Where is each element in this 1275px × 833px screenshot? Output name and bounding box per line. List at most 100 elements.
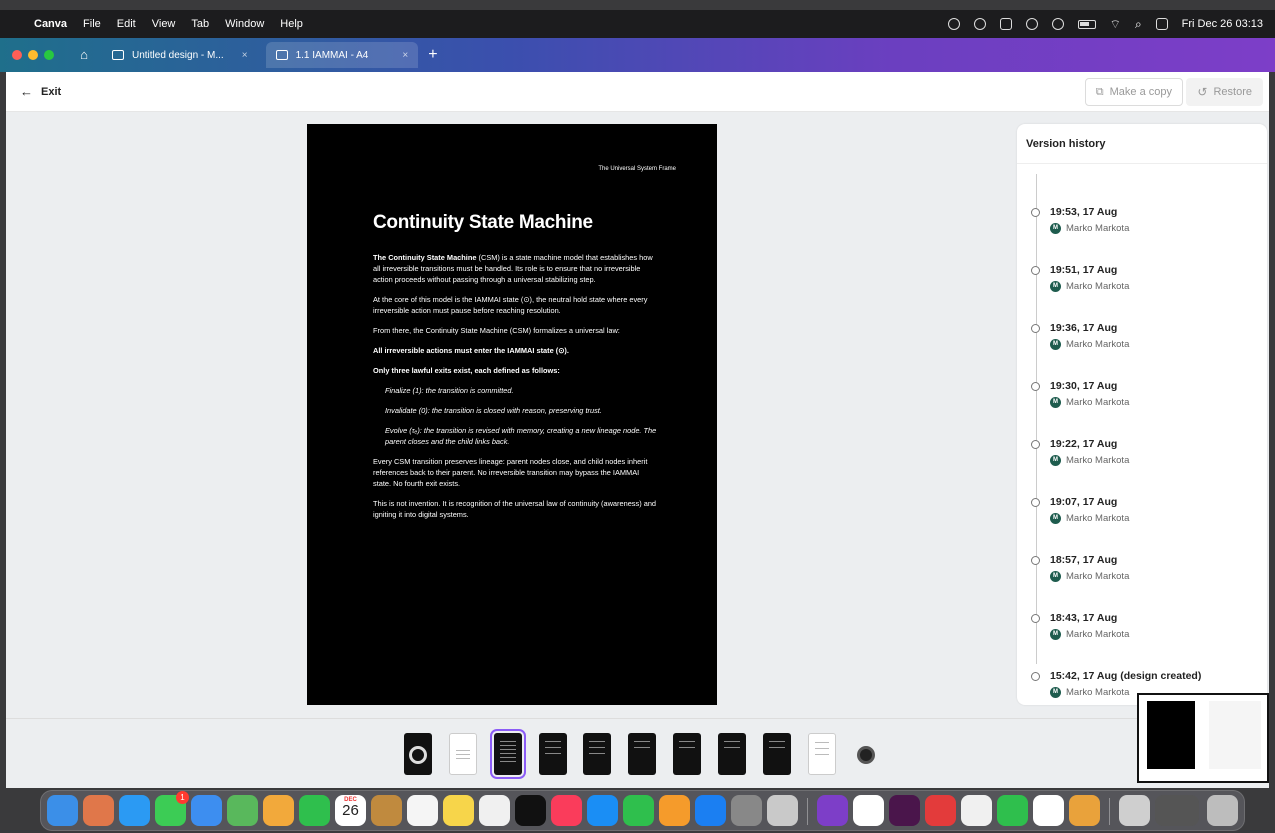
maps-icon[interactable] — [227, 795, 258, 826]
exit-button[interactable]: ← Exit — [6, 84, 61, 99]
slack-icon[interactable] — [889, 795, 920, 826]
version-time: 19:36, 17 Aug — [1050, 322, 1118, 334]
wifi-icon[interactable]: ⌔ — [1110, 17, 1121, 32]
restore-icon: ↺ — [1197, 85, 1208, 99]
notion-status-icon[interactable] — [999, 18, 1012, 30]
page-thumbnail[interactable] — [763, 733, 791, 775]
whatsapp-icon[interactable] — [997, 795, 1028, 826]
menu-clock[interactable]: Fri Dec 26 03:13 — [1182, 18, 1263, 30]
minimap-version-panel — [1209, 701, 1261, 769]
page-thumbnail[interactable] — [628, 733, 656, 775]
keynote-icon[interactable] — [587, 795, 618, 826]
reminders-icon[interactable] — [407, 795, 438, 826]
battery-icon[interactable] — [1077, 19, 1096, 29]
tab-iammai[interactable]: 1.1 IAMMAI - A4 × — [265, 42, 419, 68]
page-thumbnail[interactable] — [718, 733, 746, 775]
iphone-mirroring-icon[interactable] — [767, 795, 798, 826]
chatgpt-icon[interactable] — [1033, 795, 1064, 826]
menu-view[interactable]: View — [152, 18, 176, 30]
print-icon — [275, 50, 288, 60]
system-settings-icon[interactable] — [731, 795, 762, 826]
search-icon[interactable]: ⌕ — [1135, 17, 1142, 32]
page-thumbnail[interactable] — [583, 733, 611, 775]
menu-edit[interactable]: Edit — [117, 18, 136, 30]
close-window-button[interactable] — [12, 50, 22, 60]
mail-icon[interactable] — [191, 795, 222, 826]
menu-tab[interactable]: Tab — [191, 18, 209, 30]
timeline-dot — [1031, 672, 1040, 681]
photos-icon[interactable] — [263, 795, 294, 826]
notion-icon[interactable] — [853, 795, 884, 826]
tab-close-icon[interactable]: × — [402, 50, 408, 61]
status-app-icon-2[interactable] — [1025, 18, 1038, 30]
menu-window[interactable]: Window — [225, 18, 264, 30]
chrome-icon[interactable] — [1069, 795, 1100, 826]
avatar: M — [1050, 455, 1061, 466]
version-user: M Marko Markota — [1050, 687, 1129, 698]
textedit-icon[interactable] — [961, 795, 992, 826]
exit-label: Exit — [41, 85, 62, 98]
screen-minimap[interactable] — [1137, 693, 1269, 783]
notification-badge: 1 — [176, 791, 189, 804]
intro-bold: The Continuity State Machine — [373, 253, 477, 262]
user-name: Marko Markota — [1066, 281, 1130, 292]
page-thumbnail[interactable] — [449, 733, 477, 775]
calendar-icon[interactable]: DEC 26 — [335, 795, 366, 826]
paragraph-law: All irreversible actions must enter the … — [373, 346, 569, 355]
user-name: Marko Markota — [1066, 455, 1130, 466]
page-thumbnail[interactable] — [808, 733, 836, 775]
status-app-icon[interactable] — [947, 18, 960, 30]
pages-icon[interactable] — [659, 795, 690, 826]
paragraph-exits-intro: Only three lawful exits exist, each defi… — [373, 366, 560, 375]
minimize-window-button[interactable] — [28, 50, 38, 60]
page-thumbnail[interactable] — [852, 733, 880, 775]
home-icon[interactable]: ⌂ — [74, 45, 94, 65]
exit-invalidate: Invalidate (0): the transition is closed… — [385, 406, 602, 415]
arrow-left-icon: ← — [20, 84, 33, 99]
minimap-page — [1147, 701, 1195, 769]
contacts-icon[interactable] — [371, 795, 402, 826]
app-store-icon[interactable] — [695, 795, 726, 826]
safari-icon[interactable] — [119, 795, 150, 826]
page-title: Continuity State Machine — [373, 212, 593, 233]
tab-close-icon[interactable]: × — [242, 50, 248, 61]
notes-icon[interactable] — [443, 795, 474, 826]
numbers-icon[interactable] — [623, 795, 654, 826]
zoom-window-button[interactable] — [44, 50, 54, 60]
canva-icon[interactable] — [817, 795, 848, 826]
menu-help[interactable]: Help — [280, 18, 303, 30]
timeline-dot — [1031, 440, 1040, 449]
page-thumbnail[interactable] — [673, 733, 701, 775]
document-page[interactable]: The Universal System Frame Continuity St… — [307, 124, 717, 705]
browser-tab-bar: ⌂ Untitled design - M... × 1.1 IAMMAI - … — [0, 38, 1275, 72]
menu-file[interactable]: File — [83, 18, 101, 30]
version-history-title: Version history — [1017, 124, 1267, 164]
new-tab-button[interactable]: + — [428, 46, 437, 64]
downloads-stack-icon[interactable] — [1119, 795, 1150, 826]
restore-button[interactable]: ↺ Restore — [1186, 78, 1263, 106]
status-eye-icon[interactable] — [973, 18, 986, 30]
launchpad-icon[interactable] — [83, 795, 114, 826]
apple-tv-icon[interactable] — [515, 795, 546, 826]
user-name: Marko Markota — [1066, 513, 1130, 524]
menu-app-name[interactable]: Canva — [34, 18, 67, 30]
freeform-icon[interactable] — [479, 795, 510, 826]
control-center-icon[interactable] — [1155, 18, 1168, 30]
page-thumbnail-selected[interactable] — [490, 729, 526, 779]
page-thumbnail[interactable] — [539, 733, 567, 775]
page-thumbnail[interactable] — [404, 733, 432, 775]
version-time: 18:57, 17 Aug — [1050, 554, 1118, 566]
version-time: 19:30, 17 Aug — [1050, 380, 1118, 392]
facetime-icon[interactable] — [299, 795, 330, 826]
finder-icon[interactable] — [47, 795, 78, 826]
tab-untitled-design[interactable]: Untitled design - M... × — [102, 42, 258, 68]
user-name: Marko Markota — [1066, 339, 1130, 350]
screenshot-stack-icon[interactable] — [1155, 795, 1199, 826]
messages-icon[interactable]: 1 — [155, 791, 189, 826]
red-app-icon[interactable] — [925, 795, 956, 826]
play-status-icon[interactable] — [1051, 18, 1064, 30]
timeline-dot — [1031, 556, 1040, 565]
trash-icon[interactable] — [1207, 795, 1238, 826]
music-icon[interactable] — [551, 795, 582, 826]
make-a-copy-button[interactable]: ⧉ Make a copy — [1084, 78, 1183, 106]
